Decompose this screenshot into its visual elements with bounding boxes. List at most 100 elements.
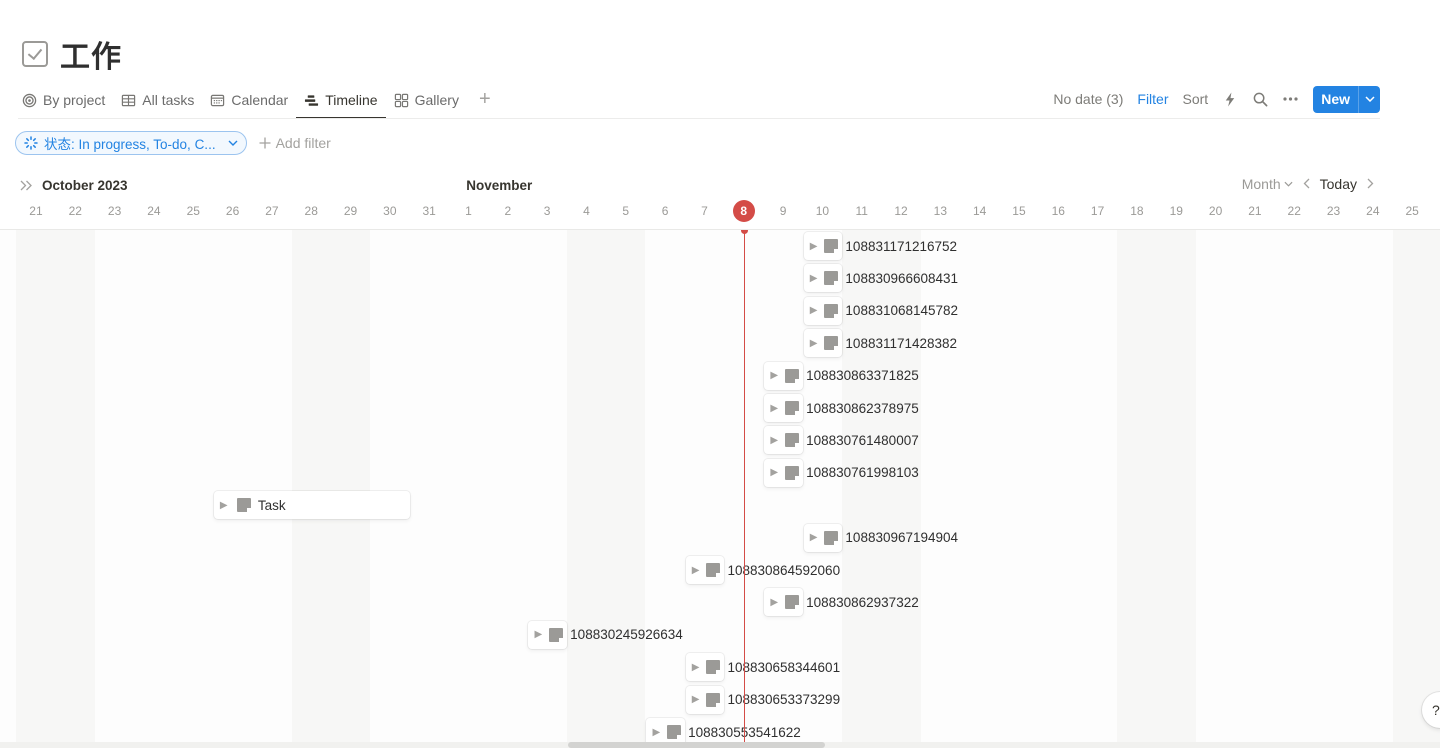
task-title: 108830761480007 [806, 432, 919, 448]
timeline-task-card[interactable]: ▶ Task [213, 491, 410, 520]
today-line-pin [740, 230, 748, 234]
page-icon [785, 368, 800, 383]
chevron-left-icon [1303, 178, 1310, 189]
expand-toggle-icon[interactable]: ▶ [810, 305, 818, 316]
day-label: 2 [504, 204, 512, 218]
more-options-button[interactable] [1275, 86, 1305, 112]
day-label: 25 [186, 204, 200, 218]
today-button[interactable]: Today [1320, 176, 1357, 192]
timeline-task-card[interactable]: ▶ 108830967194904 [803, 523, 958, 552]
expand-toggle-icon[interactable]: ▶ [770, 597, 778, 608]
day-label: 14 [972, 204, 987, 218]
page-icon [824, 271, 839, 286]
tab-timeline[interactable]: Timeline [296, 84, 386, 119]
day-label: 22 [1287, 204, 1301, 218]
expand-toggle-icon[interactable]: ▶ [220, 500, 230, 511]
day-label: 10 [815, 204, 830, 218]
task-title: 108830862937322 [806, 594, 919, 610]
day-label: 18 [1130, 204, 1144, 218]
tab-by-project[interactable]: By project [22, 84, 113, 116]
expand-toggle-icon[interactable]: ▶ [810, 338, 818, 349]
status-in-progress-icon [24, 136, 38, 150]
view-tabs: By project All tasks Calendar Timeline G… [22, 84, 495, 119]
chevron-down-icon [1284, 181, 1293, 187]
add-filter-button[interactable]: Add filter [259, 135, 331, 151]
expand-toggle-icon[interactable]: ▶ [770, 435, 778, 446]
timeline-task-card[interactable]: ▶ 108830761480007 [764, 426, 919, 455]
timeline-task-card[interactable]: ▶ 108830864592060 [685, 556, 840, 584]
month-label-october: October 2023 [42, 178, 128, 193]
database-toolbar: No date (3) Filter Sort New [1046, 85, 1380, 113]
expand-toggle-icon[interactable]: ▶ [770, 467, 778, 478]
timeline-task-card[interactable]: ▶ 108830653373299 [685, 685, 840, 714]
timeline-view-controls: Month Today [1242, 176, 1374, 192]
timeline-task-card[interactable]: ▶ 108830966608431 [803, 264, 958, 293]
new-button[interactable]: New [1313, 85, 1380, 113]
tab-calendar[interactable]: Calendar [210, 84, 296, 116]
status-filter-chip[interactable]: 状态: In progress, To-do, C... [15, 131, 247, 155]
timeline-task-card[interactable]: ▶ 108830245926634 [528, 620, 683, 649]
expand-toggle-icon[interactable]: ▶ [770, 370, 778, 381]
timeline-task-card[interactable]: ▶ 108830862378975 [764, 394, 919, 422]
day-label: 24 [1366, 204, 1380, 218]
day-label-today: 8 [740, 204, 748, 218]
day-label: 31 [422, 204, 436, 218]
next-button[interactable] [1367, 176, 1374, 192]
automation-button[interactable] [1215, 86, 1245, 112]
page-icon [549, 627, 564, 642]
task-title: 108830966608431 [845, 270, 959, 286]
calendar-icon [211, 94, 225, 106]
search-button[interactable] [1245, 86, 1275, 112]
page-icon [236, 498, 251, 513]
page-title[interactable]: 工作 [60, 32, 122, 76]
expand-toggle-icon[interactable]: ▶ [652, 727, 660, 738]
previous-button[interactable] [1303, 176, 1310, 192]
expand-toggle-icon[interactable]: ▶ [810, 241, 818, 252]
filter-button[interactable]: Filter [1130, 91, 1175, 107]
timeline-task-card[interactable]: ▶ 108830863371825 [764, 361, 919, 390]
expand-toggle-icon[interactable]: ▶ [692, 565, 700, 576]
day-label: 4 [583, 204, 590, 218]
chevron-right-icon [1367, 178, 1374, 189]
double-chevron-right-icon[interactable] [20, 178, 33, 194]
timeline-task-card[interactable]: ▶ 108830658344601 [685, 653, 840, 682]
new-dropdown-button[interactable] [1358, 85, 1380, 113]
task-title: 108830862378975 [806, 400, 919, 416]
expand-toggle-icon[interactable]: ▶ [692, 694, 700, 705]
day-label: 13 [933, 204, 947, 218]
timeline-task-card[interactable]: ▶ 108831171216752 [803, 232, 957, 260]
timeline-task-card[interactable]: ▶ 108830761998103 [764, 458, 919, 487]
timeline-task-card[interactable]: ▶ 108831068145782 [803, 296, 958, 325]
task-title: 108831171428382 [845, 335, 958, 351]
checkbox-icon [22, 41, 48, 67]
plus-icon [259, 137, 271, 149]
scrollbar-thumb[interactable] [568, 742, 825, 748]
tab-gallery[interactable]: Gallery [394, 84, 467, 116]
gallery-icon [394, 93, 408, 107]
expand-toggle-icon[interactable]: ▶ [810, 273, 818, 284]
timeline-scale-select[interactable]: Month [1242, 176, 1293, 192]
task-title: 108831171216752 [845, 238, 958, 254]
no-date-button[interactable]: No date (3) [1046, 91, 1130, 107]
weekend-column [1392, 230, 1440, 748]
timeline-task-card[interactable]: ▶ 108831171428382 [803, 329, 957, 358]
expand-toggle-icon[interactable]: ▶ [692, 662, 700, 673]
expand-toggle-icon[interactable]: ▶ [810, 532, 818, 543]
timeline-task-card[interactable]: ▶ 108830862937322 [764, 588, 919, 617]
task-title: Task [257, 497, 286, 513]
expand-toggle-icon[interactable]: ▶ [534, 629, 542, 640]
horizontal-scrollbar[interactable] [0, 742, 1440, 748]
expand-toggle-icon[interactable]: ▶ [770, 403, 778, 414]
day-label: 21 [29, 204, 43, 218]
timeline-grid[interactable]: ▶ 108831171216752 ▶ 108830966608431 ▶ 1088310… [0, 230, 1440, 748]
day-label: 30 [383, 204, 397, 218]
timeline-day-header: 0212223242526272829303112345678910111213… [0, 200, 1440, 224]
add-view-button[interactable]: + [475, 84, 495, 119]
tabs-divider [18, 118, 1380, 119]
day-label: 23 [1326, 204, 1341, 218]
new-button-label[interactable]: New [1313, 91, 1358, 107]
weekend-column [566, 230, 646, 748]
sort-button[interactable]: Sort [1176, 91, 1216, 107]
day-label: 22 [68, 204, 82, 218]
tab-all-tasks[interactable]: All tasks [121, 84, 202, 116]
